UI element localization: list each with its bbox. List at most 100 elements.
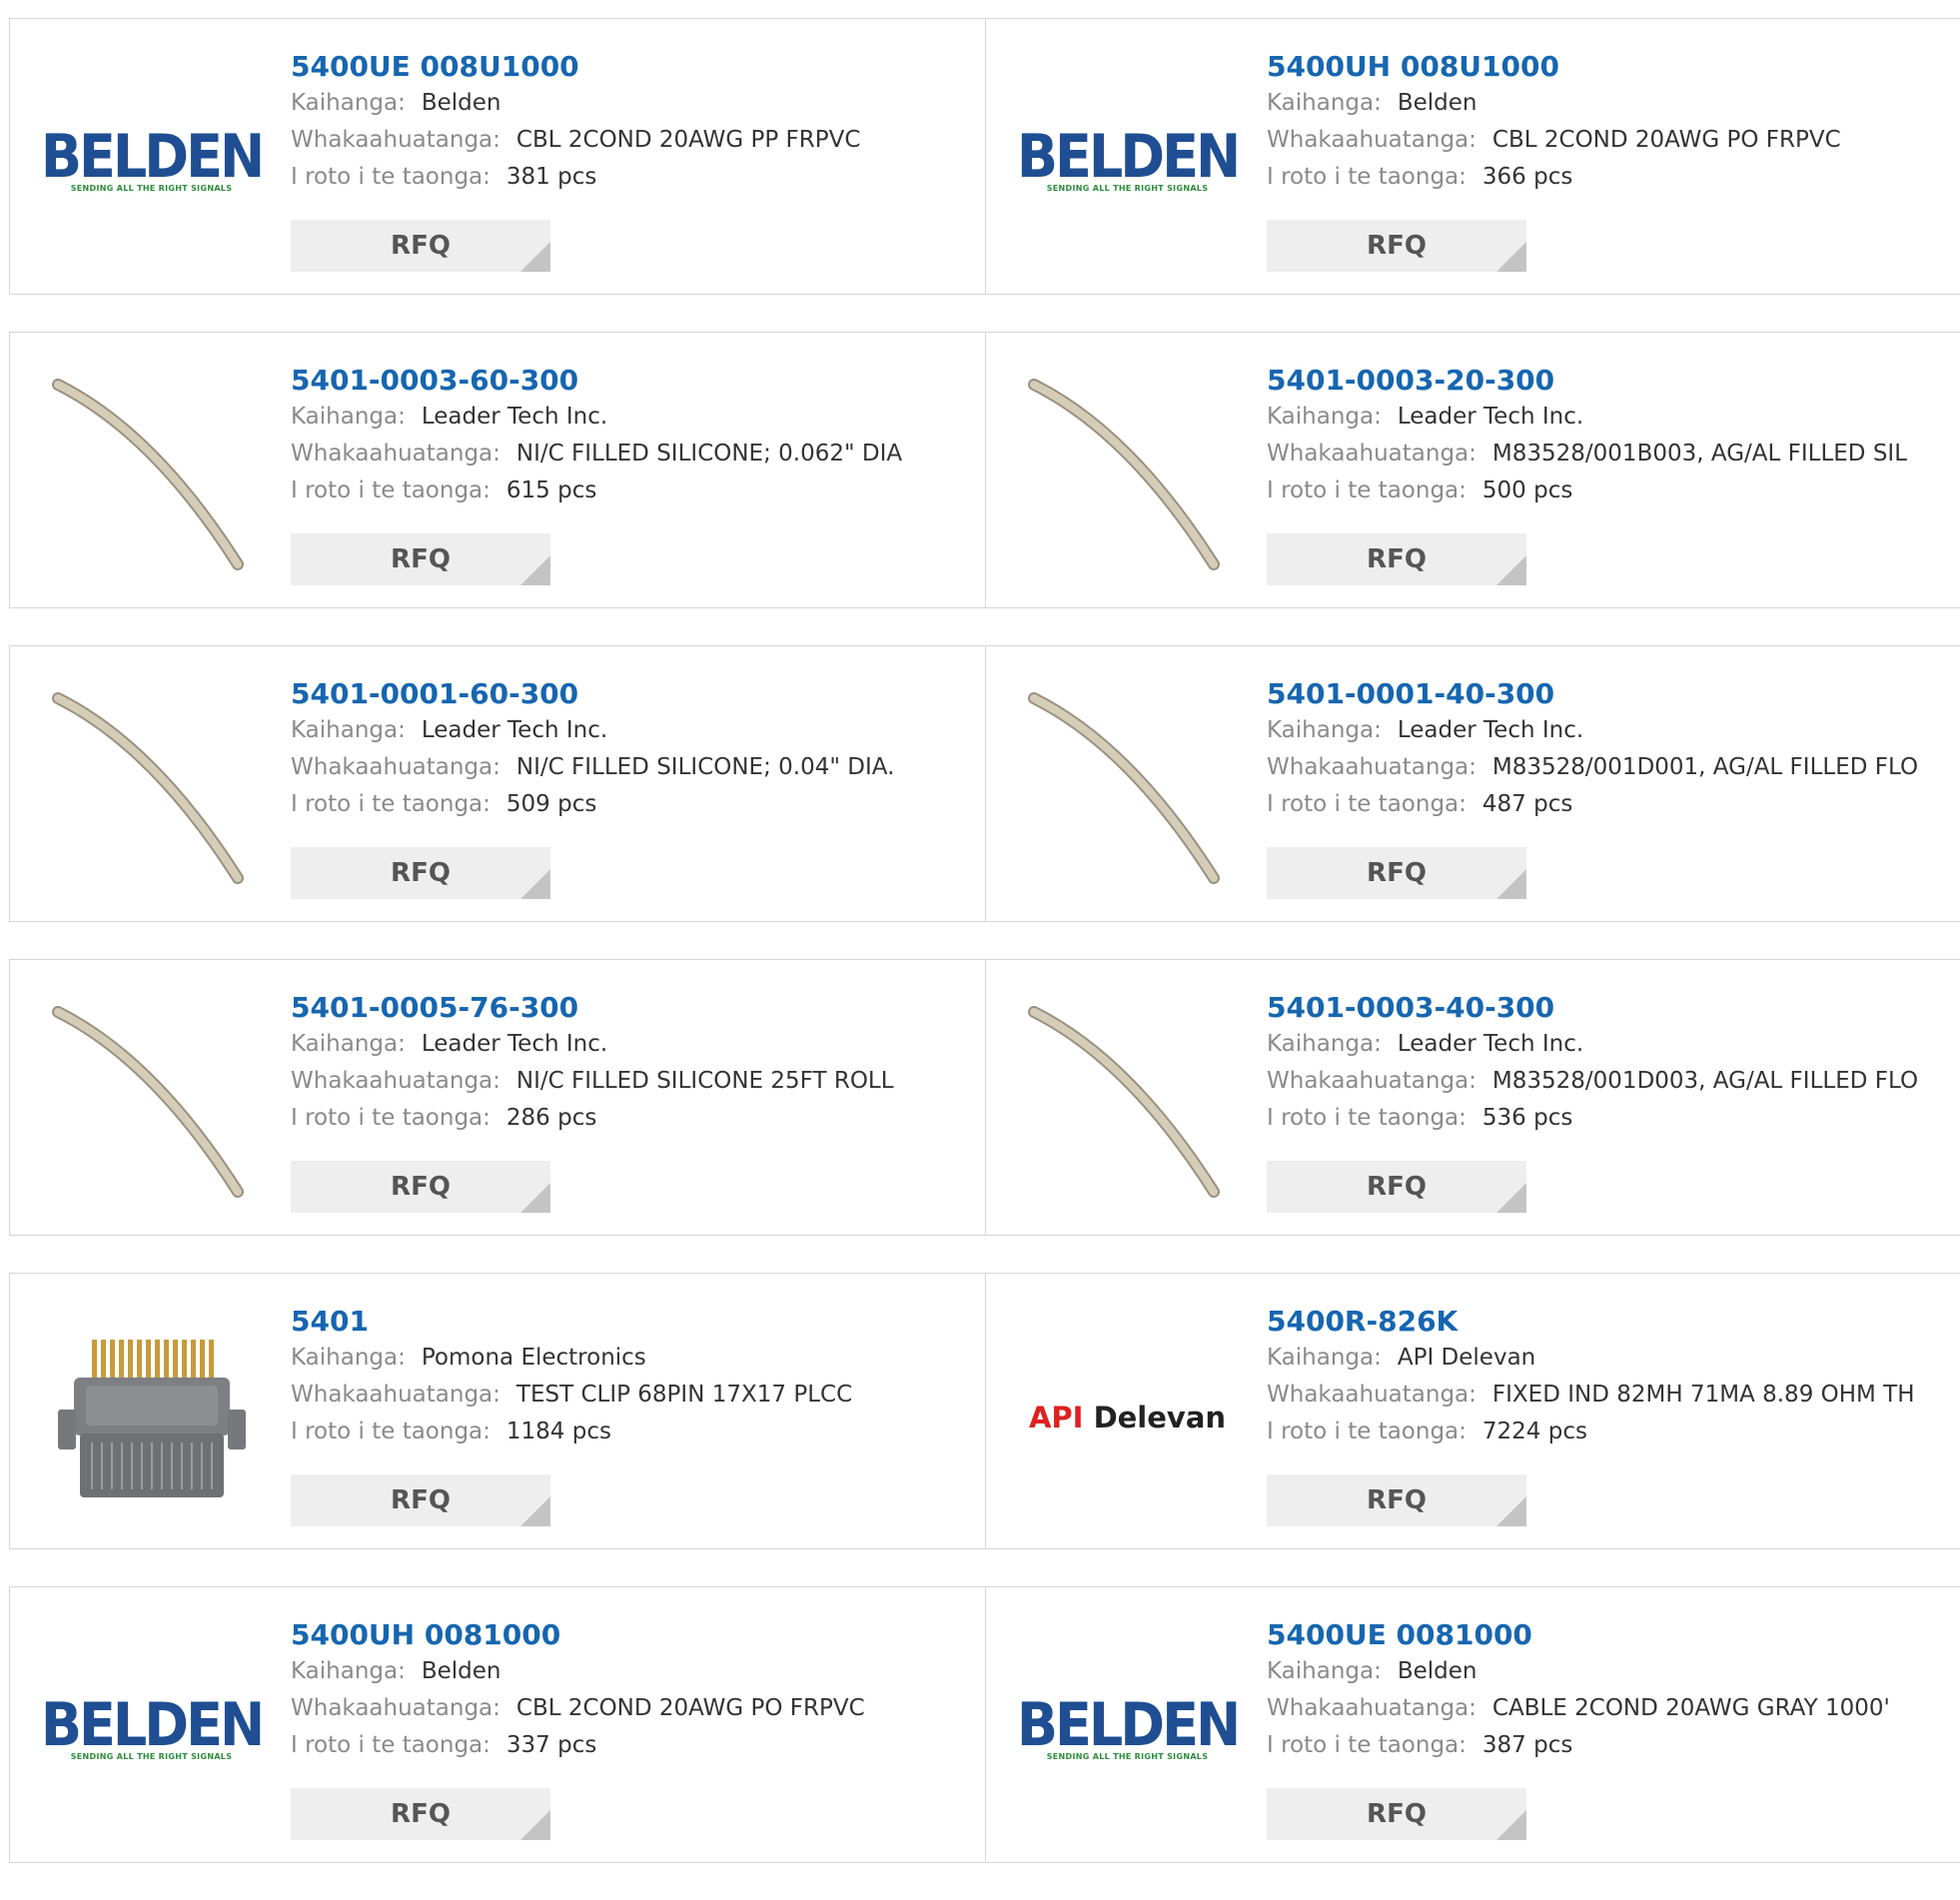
- product-image[interactable]: [50, 688, 253, 891]
- part-number-link[interactable]: 5400UE 0081000: [1267, 1617, 1532, 1653]
- product-card: 5401-0003-40-300 Kaihanga: Leader Tech In…: [985, 960, 1960, 1235]
- stock-value: 509 pcs: [505, 791, 597, 817]
- description-value: NI/C FILLED SILICONE; 0.04" DIA.: [515, 754, 895, 780]
- part-number-link[interactable]: 5400UH 0081000: [291, 1617, 560, 1653]
- stock-value: 487 pcs: [1481, 791, 1573, 817]
- part-number-link[interactable]: 5400UE 008U1000: [291, 49, 579, 85]
- stock-value: 7224 pcs: [1481, 1419, 1587, 1444]
- product-card: 5401-0001-60-300 Kaihanga: Leader Tech In…: [10, 646, 985, 921]
- description-value: CBL 2COND 20AWG PP FRPVC: [515, 127, 861, 153]
- corner-triangle-icon: [1496, 242, 1526, 272]
- stock-value: 536 pcs: [1481, 1105, 1573, 1131]
- rfq-button[interactable]: RFQ: [291, 1474, 550, 1526]
- part-number-link[interactable]: 5401-0003-60-300: [291, 363, 578, 399]
- corner-triangle-icon: [520, 242, 550, 272]
- description-value: FIXED IND 82MH 71MA 8.89 OHM TH: [1491, 1382, 1915, 1408]
- product-image[interactable]: BELDEN SENDING ALL THE RIGHT SIGNALS: [1017, 61, 1241, 264]
- manufacturer-label: Kaihanga:: [1267, 717, 1382, 743]
- corner-triangle-icon: [1496, 869, 1526, 899]
- part-number-link[interactable]: 5401-0003-40-300: [1267, 990, 1554, 1026]
- product-image[interactable]: [1026, 375, 1229, 577]
- silicone-cord-image: [51, 1005, 244, 1198]
- product-card: API Delevan 5400R-826K Kaihanga: API Dele…: [985, 1274, 1960, 1548]
- manufacturer-label: Kaihanga:: [291, 404, 406, 430]
- rfq-button[interactable]: RFQ: [1267, 847, 1526, 899]
- product-image[interactable]: [50, 375, 253, 577]
- description-value: CBL 2COND 20AWG PO FRPVC: [515, 1695, 865, 1721]
- part-number-link[interactable]: 5401-0001-60-300: [291, 676, 578, 712]
- rfq-button[interactable]: RFQ: [291, 1788, 550, 1840]
- rfq-button[interactable]: RFQ: [1267, 533, 1526, 585]
- description-label: Whakaahuatanga:: [1267, 1695, 1476, 1721]
- description-value: M83528/001B003, AG/AL FILLED SIL: [1491, 441, 1908, 467]
- product-row: 5401 Kaihanga: Pomona Electronics Whakaah…: [9, 1273, 1960, 1549]
- product-card: 5401 Kaihanga: Pomona Electronics Whakaah…: [10, 1274, 985, 1548]
- stock-label: I roto i te taonga:: [291, 1105, 490, 1131]
- stock-label: I roto i te taonga:: [291, 1419, 490, 1444]
- part-number-link[interactable]: 5401-0003-20-300: [1267, 363, 1554, 399]
- description-value: CABLE 2COND 20AWG GRAY 1000': [1491, 1695, 1890, 1721]
- description-label: Whakaahuatanga:: [1267, 441, 1476, 467]
- description-label: Whakaahuatanga:: [1267, 754, 1476, 780]
- description-value: M83528/001D003, AG/AL FILLED FLO: [1491, 1068, 1919, 1094]
- rfq-button[interactable]: RFQ: [291, 220, 550, 272]
- part-number-link[interactable]: 5401: [291, 1304, 369, 1340]
- description-label: Whakaahuatanga:: [1267, 127, 1476, 153]
- product-card: BELDEN SENDING ALL THE RIGHT SIGNALS 540…: [985, 1587, 1960, 1862]
- api-delevan-logo: API Delevan: [1028, 1400, 1227, 1434]
- description-value: NI/C FILLED SILICONE; 0.062" DIA: [515, 441, 903, 467]
- stock-value: 366 pcs: [1481, 164, 1573, 190]
- description-value: M83528/001D001, AG/AL FILLED FLO: [1491, 754, 1919, 780]
- description-value: NI/C FILLED SILICONE 25FT ROLL: [515, 1068, 894, 1094]
- product-card: BELDEN SENDING ALL THE RIGHT SIGNALS 540…: [10, 1587, 985, 1862]
- stock-label: I roto i te taonga:: [291, 1732, 490, 1758]
- rfq-button[interactable]: RFQ: [291, 533, 550, 585]
- product-image[interactable]: BELDEN SENDING ALL THE RIGHT SIGNALS: [41, 61, 265, 264]
- part-number-link[interactable]: 5401-0005-76-300: [291, 990, 578, 1026]
- stock-label: I roto i te taonga:: [1267, 1105, 1467, 1131]
- description-label: Whakaahuatanga:: [291, 1382, 500, 1408]
- part-number-link[interactable]: 5400R-826K: [1267, 1304, 1458, 1340]
- rfq-button[interactable]: RFQ: [1267, 1474, 1526, 1526]
- belden-logo: BELDEN SENDING ALL THE RIGHT SIGNALS: [1016, 1689, 1241, 1761]
- description-label: Whakaahuatanga:: [291, 441, 500, 467]
- rfq-button[interactable]: RFQ: [291, 1161, 550, 1213]
- manufacturer-label: Kaihanga:: [291, 90, 406, 116]
- rfq-button[interactable]: RFQ: [1267, 1788, 1526, 1840]
- corner-triangle-icon: [1496, 1183, 1526, 1213]
- rfq-button[interactable]: RFQ: [1267, 220, 1526, 272]
- manufacturer-value: Leader Tech Inc.: [421, 717, 608, 743]
- manufacturer-value: Leader Tech Inc.: [1397, 1031, 1584, 1057]
- stock-value: 387 pcs: [1481, 1732, 1573, 1758]
- rfq-button[interactable]: RFQ: [291, 847, 550, 899]
- manufacturer-label: Kaihanga:: [1267, 1658, 1382, 1684]
- product-image[interactable]: [50, 1316, 253, 1518]
- silicone-cord-image: [51, 691, 244, 884]
- product-image[interactable]: BELDEN SENDING ALL THE RIGHT SIGNALS: [1017, 1629, 1241, 1832]
- silicone-cord-image: [1027, 378, 1220, 570]
- product-image[interactable]: [1026, 688, 1229, 891]
- product-image[interactable]: API Delevan: [1026, 1316, 1229, 1518]
- stock-label: I roto i te taonga:: [1267, 1419, 1467, 1444]
- product-image[interactable]: BELDEN SENDING ALL THE RIGHT SIGNALS: [41, 1629, 265, 1832]
- stock-label: I roto i te taonga:: [291, 791, 490, 817]
- product-card: BELDEN SENDING ALL THE RIGHT SIGNALS 540…: [985, 19, 1960, 294]
- stock-value: 381 pcs: [505, 164, 597, 190]
- stock-value: 1184 pcs: [505, 1419, 611, 1444]
- rfq-button[interactable]: RFQ: [1267, 1161, 1526, 1213]
- product-row: 5401-0001-60-300 Kaihanga: Leader Tech In…: [9, 645, 1960, 922]
- manufacturer-label: Kaihanga:: [291, 1345, 406, 1371]
- stock-label: I roto i te taonga:: [1267, 1732, 1467, 1758]
- manufacturer-value: API Delevan: [1397, 1345, 1536, 1371]
- stock-value: 286 pcs: [505, 1105, 597, 1131]
- part-number-link[interactable]: 5400UH 008U1000: [1267, 49, 1559, 85]
- silicone-cord-image: [1027, 1005, 1220, 1198]
- corner-triangle-icon: [520, 1810, 550, 1840]
- description-value: CBL 2COND 20AWG PO FRPVC: [1491, 127, 1841, 153]
- product-image[interactable]: [50, 1002, 253, 1205]
- stock-label: I roto i te taonga:: [1267, 477, 1467, 503]
- product-row: BELDEN SENDING ALL THE RIGHT SIGNALS 540…: [9, 18, 1960, 295]
- part-number-link[interactable]: 5401-0001-40-300: [1267, 676, 1554, 712]
- product-grid: BELDEN SENDING ALL THE RIGHT SIGNALS 540…: [9, 18, 1960, 1900]
- product-image[interactable]: [1026, 1002, 1229, 1205]
